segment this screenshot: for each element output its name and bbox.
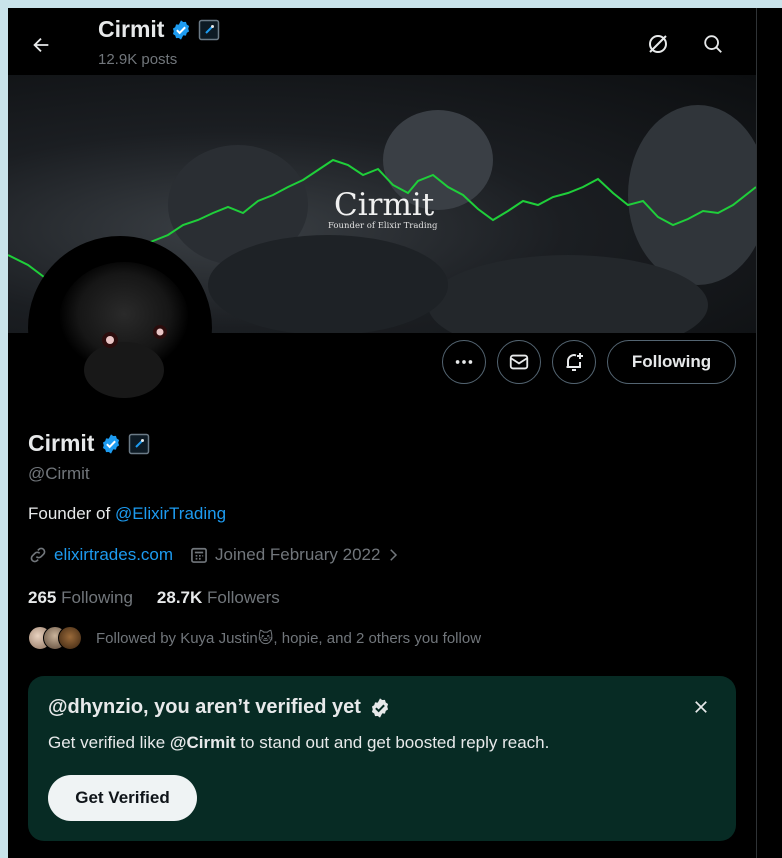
following-count-label: Following <box>61 588 133 607</box>
profile-display-name: Cirmit <box>28 430 150 457</box>
followers-count-label: Followers <box>207 588 280 607</box>
verify-text-prefix: Get verified like <box>48 733 170 752</box>
verify-text-suffix: to stand out and get boosted reply reach… <box>235 733 550 752</box>
bio-text: Founder of <box>28 504 115 523</box>
close-icon <box>695 701 707 713</box>
header-title: Cirmit <box>98 16 220 43</box>
search-button[interactable] <box>695 26 731 62</box>
header-name: Cirmit <box>98 16 165 42</box>
back-button[interactable] <box>24 28 58 62</box>
window-top-strip <box>0 0 782 8</box>
message-icon <box>509 354 529 370</box>
following-count: 265 <box>28 588 57 607</box>
following-button[interactable]: Following <box>607 340 736 384</box>
affiliate-badge-icon[interactable] <box>128 433 150 455</box>
more-icon <box>455 360 473 364</box>
followers-count: 28.7K <box>156 588 203 607</box>
verify-card-close-button[interactable] <box>686 692 716 722</box>
grok-icon <box>649 35 667 53</box>
follow-counts: 265 Following 28.7K Followers <box>28 588 280 608</box>
header-post-count: 12.9K posts <box>98 51 178 68</box>
profile-avatar[interactable] <box>28 236 212 420</box>
profile-page: Cirmit 12.9K posts Cirmit Founder of Eli… <box>8 8 756 858</box>
profile-header: Cirmit 12.9K posts <box>8 8 756 75</box>
followed-by-emoji: 🐱 <box>257 630 274 647</box>
profile-handle: @Cirmit <box>28 464 90 483</box>
get-verified-button[interactable]: Get Verified <box>48 775 197 821</box>
chevron-right-icon[interactable] <box>384 546 402 564</box>
verified-badge-icon <box>173 19 190 40</box>
message-button[interactable] <box>497 340 541 384</box>
website-link[interactable]: elixirtrades.com <box>54 545 173 565</box>
back-arrow-icon <box>33 37 49 53</box>
display-name-text: Cirmit <box>28 430 95 456</box>
followers-count-link[interactable]: 28.7K Followers <box>157 588 280 608</box>
verify-card-title-text: @dhynzio, you aren’t verified yet <box>48 696 361 718</box>
followed-by-row[interactable]: Followed by Kuya Justin 🐱 , hopie, and 2… <box>28 626 481 650</box>
followed-by-suffix: , hopie, and 2 others you follow <box>273 629 482 647</box>
verification-prompt-card: @dhynzio, you aren’t verified yet Get ve… <box>28 676 736 841</box>
notification-bell-icon <box>566 353 583 371</box>
following-count-link[interactable]: 265 Following <box>28 588 133 608</box>
more-options-button[interactable] <box>442 340 486 384</box>
profile-meta: elixirtrades.com Joined February 2022 <box>28 545 402 565</box>
verify-card-title: @dhynzio, you aren’t verified yet <box>48 696 391 719</box>
affiliate-badge-icon <box>199 19 220 40</box>
banner-subtitle: Founder of Elixir Trading <box>328 221 438 231</box>
grok-button[interactable] <box>640 26 676 62</box>
joined-date: Joined February 2022 <box>215 545 381 564</box>
verified-badge-icon <box>371 697 388 718</box>
follower-avatar <box>58 626 82 650</box>
followed-by-text: Followed by Kuya Justin <box>96 629 258 647</box>
banner-title: Cirmit <box>334 187 435 223</box>
avatar-image <box>32 240 208 416</box>
verify-card-text: Get verified like @Cirmit to stand out a… <box>48 733 549 753</box>
verified-badge-icon[interactable] <box>100 433 122 455</box>
scroll-gutter <box>756 8 782 858</box>
calendar-icon <box>191 547 207 563</box>
search-icon <box>704 35 722 53</box>
notifications-button[interactable] <box>552 340 596 384</box>
bio-mention-link[interactable]: @ElixirTrading <box>115 504 226 523</box>
profile-bio: Founder of @ElixirTrading <box>28 504 226 524</box>
verify-text-handle: @Cirmit <box>169 733 236 752</box>
link-icon <box>30 547 46 563</box>
